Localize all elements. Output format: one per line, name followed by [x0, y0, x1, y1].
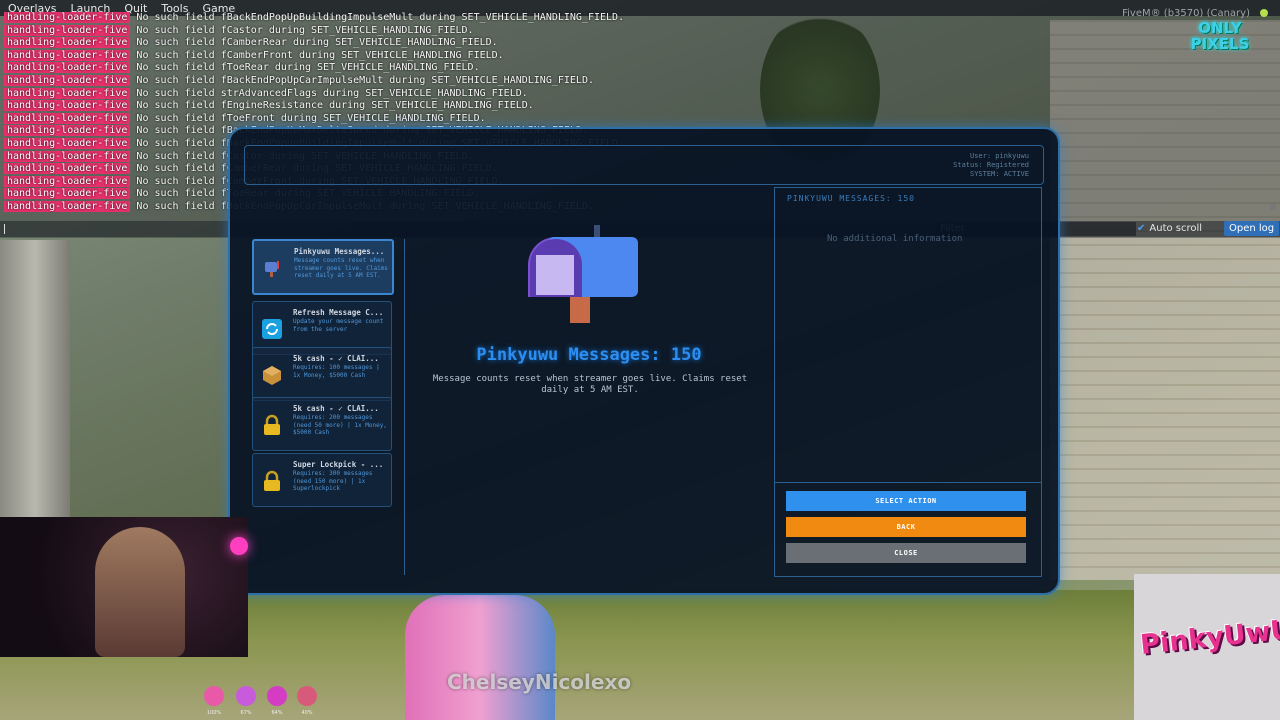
menu-item-desc: Message counts reset when streamer goes …	[294, 257, 388, 279]
log-line: handling-loader-five No such field fCambe…	[4, 49, 624, 63]
mailbox-icon	[528, 225, 638, 323]
user-line: User: pinkyuwu	[969, 152, 1029, 160]
refresh-icon	[262, 319, 282, 339]
close-button[interactable]: CLOSE	[786, 543, 1026, 563]
messages-subtitle: Message counts reset when streamer goes …	[432, 374, 748, 395]
log-tag: handling-loader-five	[4, 62, 131, 74]
status-line: Status: Registered	[953, 161, 1029, 169]
menu-item-title: Pinkyuwu Messages...	[294, 247, 385, 256]
open-log-button[interactable]: Open log	[1224, 221, 1280, 236]
build-label: FiveM® (b3570) (Canary)	[1122, 8, 1250, 19]
log-text: No such field strAdvancedFlags during SE…	[136, 87, 528, 99]
menu-item-title: 5k cash - ✓ CLAI...	[293, 404, 379, 413]
log-text: No such field fBackEndPopUpCarImpulseMul…	[136, 74, 594, 86]
log-line: handling-loader-five No such field fBackE…	[4, 12, 624, 25]
menu-item-cash-200[interactable]: 5k cash - ✓ CLAI... Requires: 200 messag…	[252, 397, 392, 451]
console-scrollbar[interactable]	[1270, 204, 1276, 210]
menu-item-title: 5k cash - ✓ CLAI...	[293, 354, 379, 363]
status-dot-icon	[1260, 9, 1268, 17]
hud-value: 40%	[301, 710, 313, 716]
messages-title: Pinkyuwu Messages: 150	[476, 345, 702, 365]
streamer-video	[95, 527, 185, 657]
log-tag: handling-loader-five	[4, 175, 131, 187]
only-pixels-logo: ONLY PIXELS	[1190, 19, 1250, 53]
log-line: handling-loader-five No such field fEngin…	[4, 100, 624, 113]
log-tag: handling-loader-five	[4, 37, 131, 49]
armor-icon	[297, 686, 317, 706]
info-subtitle: No additional information	[827, 234, 963, 244]
menu-item-desc: Requires: 200 messages (need 50 more) | …	[293, 414, 387, 436]
log-text: No such field fCamberFront during SET_VE…	[136, 49, 504, 61]
pinkyuwu-logo: PinkyUwU	[1134, 574, 1280, 720]
select-action-button[interactable]: SELECT ACTION	[786, 491, 1026, 511]
neon-light	[230, 537, 248, 555]
lock-icon	[264, 470, 280, 491]
webcam-overlay	[0, 517, 248, 657]
streamer-name: ChelseyNicolexo	[447, 670, 632, 694]
log-line: handling-loader-five No such field strAdv…	[4, 87, 624, 101]
stamina-icon	[204, 686, 224, 706]
menu-item-lockpick[interactable]: Super Lockpick - ... Requires: 300 messa…	[252, 453, 392, 507]
log-tag: handling-loader-five	[4, 112, 131, 124]
log-tag: handling-loader-five	[4, 74, 131, 86]
panel-header: User: pinkyuwu Status: Registered SYSTEM…	[244, 145, 1044, 185]
log-tag: handling-loader-five	[4, 24, 131, 36]
log-text: No such field fToeFront during SET_VEHIC…	[136, 112, 486, 124]
log-tag: handling-loader-five	[4, 125, 131, 137]
log-line: handling-loader-five No such field fToeRe…	[4, 62, 624, 75]
hunger-icon	[267, 686, 287, 706]
user-info: User: pinkyuwu Status: Registered SYSTEM…	[953, 152, 1029, 179]
info-title: PINKYUWU MESSAGES: 150	[787, 194, 915, 203]
log-tag: handling-loader-five	[4, 200, 131, 212]
character-model	[405, 595, 555, 720]
log-text: No such field fCamberRear during SET_VEH…	[136, 37, 498, 49]
hud-value: 100%	[206, 710, 222, 716]
log-line: handling-loader-five No such field fCasto…	[4, 24, 624, 38]
log-tag: handling-loader-five	[4, 87, 131, 99]
back-button[interactable]: BACK	[786, 517, 1026, 537]
hud-value: 67%	[240, 710, 252, 716]
box-icon	[263, 366, 281, 385]
log-tag: handling-loader-five	[4, 188, 131, 200]
thirst-icon	[236, 686, 256, 706]
log-line: handling-loader-five No such field fToeFr…	[4, 112, 624, 126]
lock-icon	[264, 414, 280, 435]
menu-item-desc: Requires: 300 messages (need 150 more) |…	[293, 470, 373, 492]
log-tag: handling-loader-five	[4, 100, 131, 112]
menu-item-title: Super Lockpick - ...	[293, 460, 384, 469]
log-text: No such field fEngineResistance during S…	[136, 100, 534, 112]
menu-item-messages[interactable]: Pinkyuwu Messages... Message counts rese…	[252, 239, 394, 295]
check-icon: ✔	[1137, 223, 1146, 234]
log-tag: handling-loader-five	[4, 12, 131, 23]
mailbox-icon	[265, 261, 279, 277]
log-text: No such field fBackEndPopUpBuildingImpul…	[136, 12, 625, 23]
log-text: No such field fToeRear during SET_VEHICL…	[136, 62, 480, 74]
autoscroll-toggle[interactable]: ✔ Auto scroll	[1137, 222, 1202, 236]
input-caret	[4, 224, 5, 234]
menu-item-desc: Requires: 100 messages | 1x Money, $5000…	[293, 364, 380, 379]
log-line: handling-loader-five No such field fBackE…	[4, 74, 624, 88]
log-tag: handling-loader-five	[4, 137, 131, 149]
menu-item-cash-100[interactable]: 5k cash - ✓ CLAI... Requires: 100 messag…	[252, 347, 392, 401]
divider	[775, 482, 1041, 483]
pinkyuwu-logo-text: PinkyUwU	[1138, 614, 1280, 661]
autoscroll-label: Auto scroll	[1149, 223, 1203, 234]
log-tag: handling-loader-five	[4, 163, 131, 175]
hud-value: 64%	[271, 710, 283, 716]
log-tag: handling-loader-five	[4, 150, 131, 162]
log-line: handling-loader-five No such field fCambe…	[4, 37, 624, 50]
menu-item-desc: Update your message count from the serve…	[293, 318, 384, 333]
system-line: SYSTEM: ACTIVE	[969, 170, 1029, 178]
messages-panel: User: pinkyuwu Status: Registered SYSTEM…	[228, 127, 1060, 595]
menu-item-title: Refresh Message C...	[293, 308, 384, 317]
log-tag: handling-loader-five	[4, 49, 131, 61]
log-text: No such field fCastor during SET_VEHICLE…	[136, 24, 474, 36]
